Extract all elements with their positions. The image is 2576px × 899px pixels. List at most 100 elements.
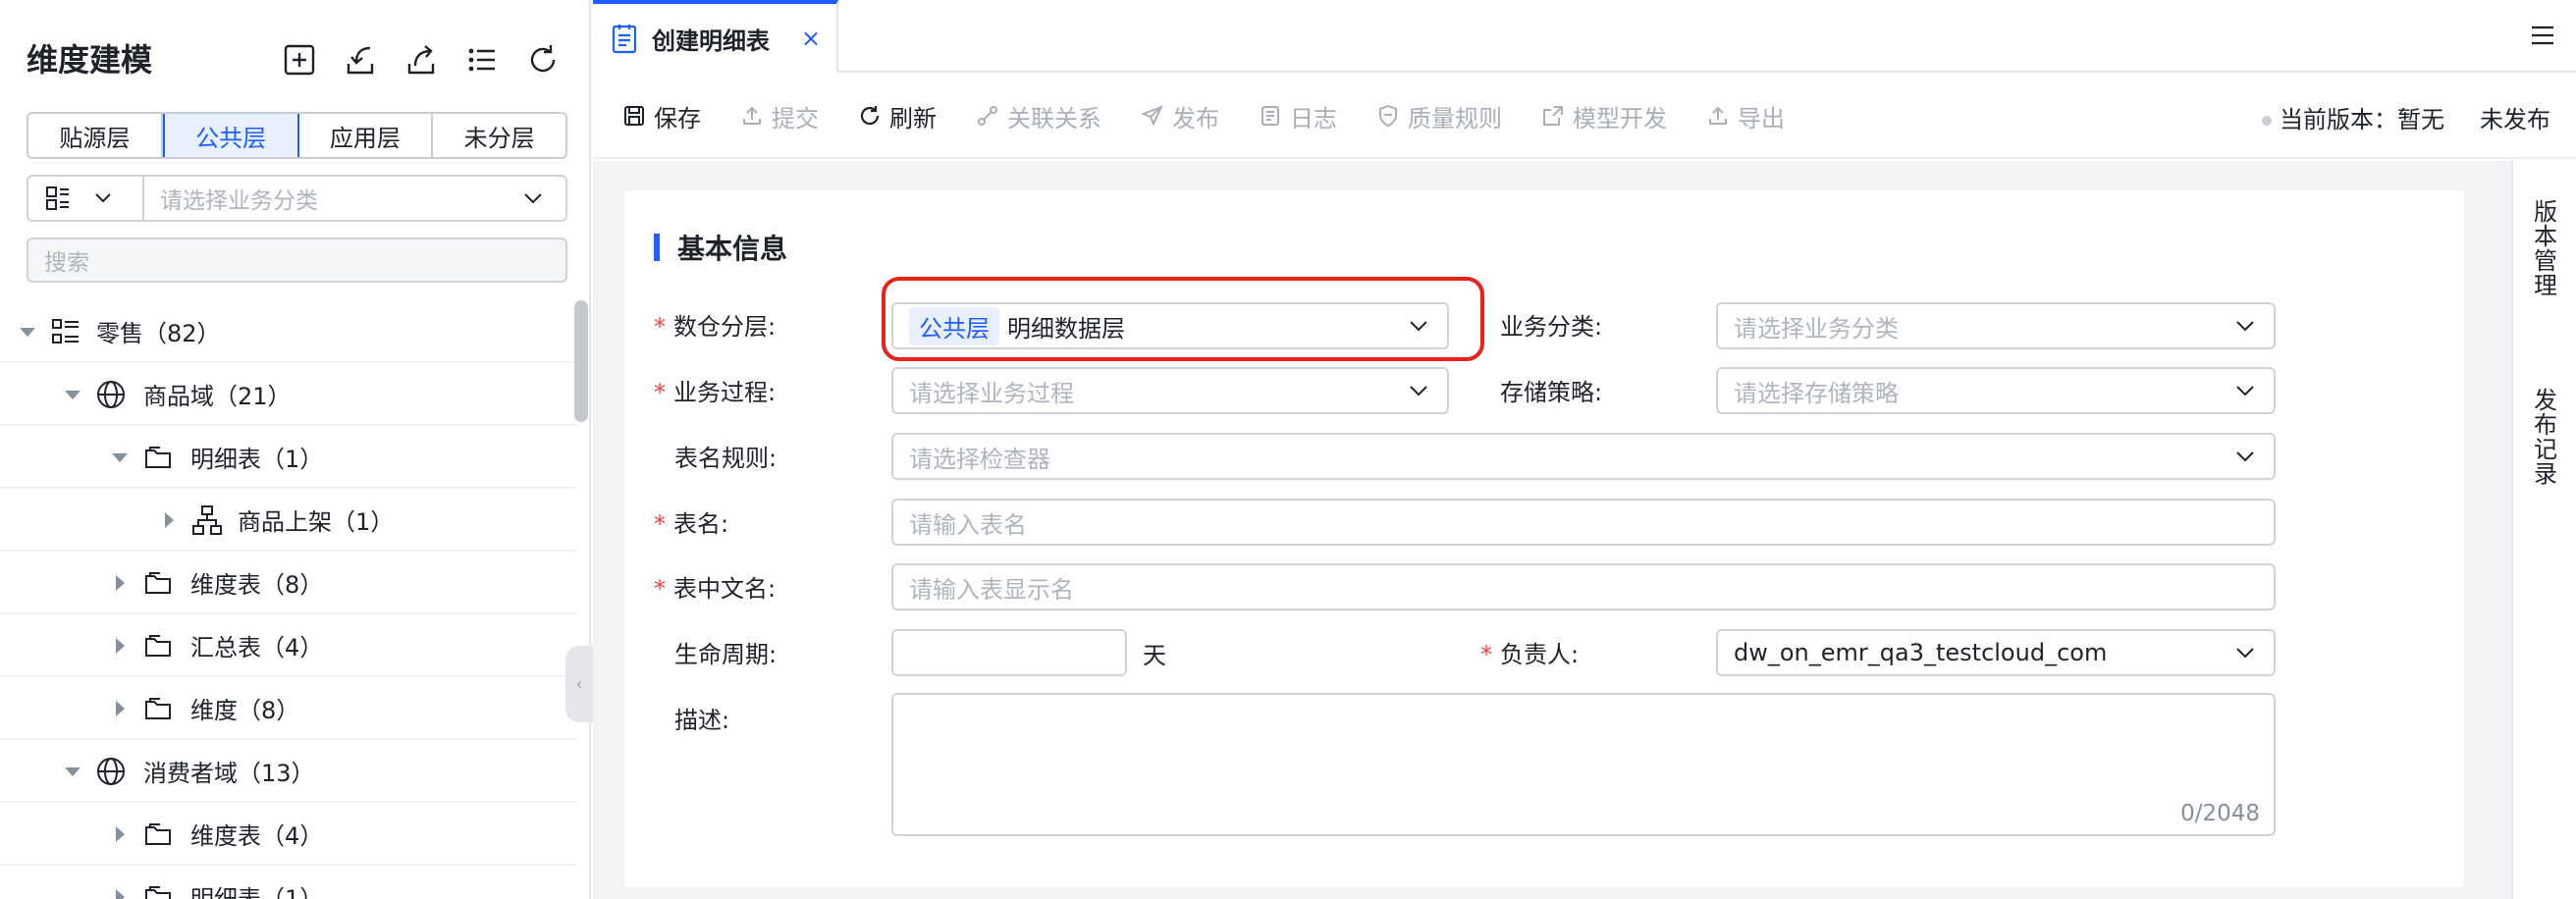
folder-icon xyxy=(145,572,171,594)
caret-right-icon[interactable] xyxy=(116,575,125,591)
export-icon[interactable] xyxy=(399,37,444,82)
caret-right-icon[interactable] xyxy=(116,826,125,842)
right-rail: 版本管理 发布记录 xyxy=(2511,161,2576,899)
document-tabs: 创建明细表 × xyxy=(593,0,2576,73)
list-icon[interactable] xyxy=(459,37,505,82)
refresh-button[interactable]: 刷新 xyxy=(858,99,937,133)
tree-node[interactable]: 明细表（1） xyxy=(0,866,577,899)
chevron-down-icon xyxy=(95,193,111,203)
view-type-select[interactable] xyxy=(28,177,144,220)
import-icon[interactable] xyxy=(338,37,383,82)
tree-node[interactable]: 维度表（8） xyxy=(0,552,577,614)
caret-right-icon[interactable] xyxy=(116,701,125,716)
collapse-panel-handle[interactable]: ‹ xyxy=(565,646,593,722)
storage-policy-placeholder: 请选择存储策略 xyxy=(1734,379,1899,407)
tree-node[interactable]: 维度表（4） xyxy=(0,803,577,866)
tree-node-label: 维度表（4） xyxy=(190,821,324,850)
globe-icon xyxy=(97,758,125,785)
version-info: 当前版本：暂无 未发布 xyxy=(2262,75,2550,159)
tree-node[interactable]: 零售（82） xyxy=(0,300,577,363)
lifecycle-unit: 天 xyxy=(1143,642,1166,669)
relations-button[interactable]: 关联关系 xyxy=(976,99,1101,133)
add-square-icon[interactable] xyxy=(277,37,322,82)
list-icon xyxy=(52,319,79,344)
tree-scrollbar[interactable] xyxy=(574,300,588,422)
refresh-icon[interactable] xyxy=(520,37,565,82)
search-input[interactable]: 搜索 xyxy=(27,238,567,283)
upload-icon xyxy=(743,106,761,125)
layer-tab-application[interactable]: 应用层 xyxy=(298,114,434,157)
description-textarea[interactable]: 0/2048 xyxy=(891,693,2276,836)
chevron-down-icon xyxy=(2236,321,2254,332)
business-category-label: 业务分类: xyxy=(1500,313,1603,341)
caret-down-icon[interactable] xyxy=(65,391,80,399)
save-button[interactable]: 保存 xyxy=(622,99,701,133)
submit-label: 提交 xyxy=(772,104,819,132)
tree-node[interactable]: 商品上架（1） xyxy=(0,489,577,552)
layer-tab-common[interactable]: 公共层 xyxy=(162,114,299,157)
tree-node-label: 明细表（1） xyxy=(190,445,324,473)
close-icon[interactable]: × xyxy=(801,25,821,52)
refresh-icon xyxy=(860,106,880,126)
layer-tab-unlayered[interactable]: 未分层 xyxy=(433,114,565,157)
caret-down-icon[interactable] xyxy=(65,767,80,776)
table-cn-name-input[interactable]: 请输入表显示名 xyxy=(891,563,2276,610)
owner-select[interactable]: dw_on_emr_qa3_testcloud_com xyxy=(1716,629,2276,676)
tree-node-label: 维度表（8） xyxy=(190,570,324,599)
naming-rule-select[interactable]: 请选择检查器 xyxy=(891,433,2276,480)
chevron-down-icon xyxy=(2236,451,2254,462)
caret-right-icon[interactable] xyxy=(116,638,125,654)
shield-icon xyxy=(1379,104,1397,128)
model-dev-label: 模型开发 xyxy=(1573,104,1667,132)
log-label: 日志 xyxy=(1290,104,1337,132)
quality-rules-label: 质量规则 xyxy=(1408,104,1502,132)
tree-node-label: 商品上架（1） xyxy=(238,507,395,536)
tree-node[interactable]: 维度（8） xyxy=(0,677,577,740)
model-tree: 零售（82） 商品域（21） 明细表（1） 商品上架（1） 维度表（8） 汇总表… xyxy=(0,300,577,899)
folder-icon xyxy=(145,823,171,845)
document-icon xyxy=(612,25,637,54)
caret-right-icon[interactable] xyxy=(116,889,125,899)
category-select[interactable]: 请选择业务分类 xyxy=(144,182,518,215)
chevron-left-icon: ‹ xyxy=(575,673,583,695)
export-label: 导出 xyxy=(1738,104,1785,132)
publish-records-tab[interactable]: 发布记录 xyxy=(2533,389,2558,487)
caret-right-icon[interactable] xyxy=(165,512,174,528)
tab-create-detail-table[interactable]: 创建明细表 × xyxy=(593,0,838,73)
quality-rules-button[interactable]: 质量规则 xyxy=(1376,99,1502,133)
lifecycle-input[interactable] xyxy=(891,629,1127,676)
table-name-placeholder: 请输入表名 xyxy=(909,510,1027,539)
business-process-select[interactable]: 请选择业务过程 xyxy=(891,367,1449,414)
layer-tabs: 贴源层 公共层 应用层 未分层 xyxy=(27,112,567,159)
chevron-down-icon xyxy=(1410,386,1427,397)
link-icon xyxy=(978,106,997,126)
submit-button[interactable]: 提交 xyxy=(740,99,819,133)
layer-label: * 数仓分层: xyxy=(654,313,777,341)
tree-node[interactable]: 商品域（21） xyxy=(0,363,577,426)
panel-title: 维度建模 xyxy=(27,41,153,79)
tree-node[interactable]: 汇总表（4） xyxy=(0,614,577,677)
tree-node-label: 维度（8） xyxy=(190,696,300,724)
description-label: 描述: xyxy=(674,707,730,734)
log-button[interactable]: 日志 xyxy=(1259,99,1337,133)
business-category-select[interactable]: 请选择业务分类 xyxy=(1716,302,2276,349)
panel-toolbar xyxy=(277,37,565,82)
export-button[interactable]: 导出 xyxy=(1706,99,1785,133)
table-name-input[interactable]: 请输入表名 xyxy=(891,499,2276,546)
tree-node[interactable]: 消费者域（13） xyxy=(0,740,577,803)
highlight-annotation xyxy=(882,277,1484,361)
model-dev-button[interactable]: 模型开发 xyxy=(1541,99,1667,133)
caret-down-icon[interactable] xyxy=(112,453,128,462)
publish-button[interactable]: 发布 xyxy=(1141,99,1219,133)
globe-icon xyxy=(97,381,125,408)
caret-down-icon[interactable] xyxy=(20,328,35,337)
send-icon xyxy=(1141,105,1163,127)
lifecycle-label: 生命周期: xyxy=(674,641,778,668)
tree-node[interactable]: 明细表（1） xyxy=(0,426,577,489)
table-cn-name-label: * 表中文名: xyxy=(654,575,777,603)
menu-icon[interactable] xyxy=(2529,24,2556,47)
tree-node-label: 消费者域（13） xyxy=(143,759,315,787)
storage-policy-select[interactable]: 请选择存储策略 xyxy=(1716,367,2276,414)
layer-tab-source[interactable]: 贴源层 xyxy=(28,114,163,157)
version-management-tab[interactable]: 版本管理 xyxy=(2533,200,2558,298)
